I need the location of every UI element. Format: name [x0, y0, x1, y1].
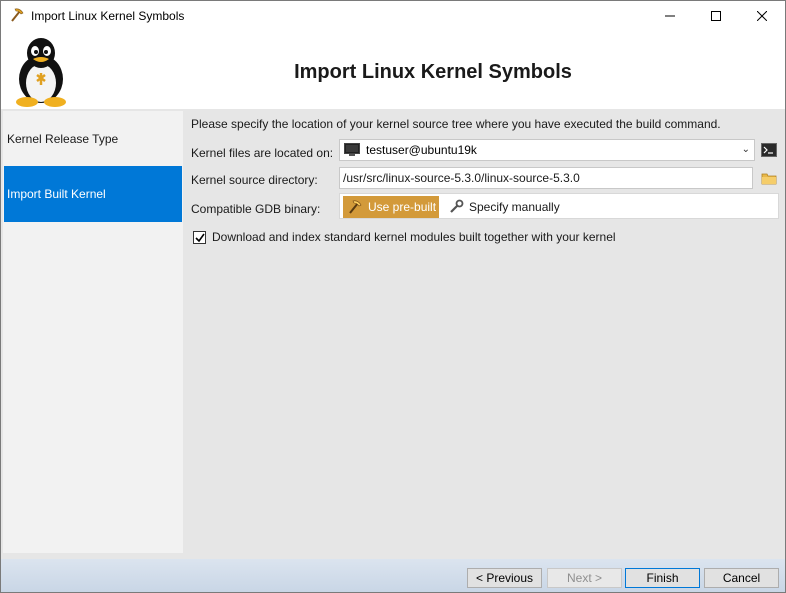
wrench-icon — [450, 199, 464, 213]
close-icon — [757, 11, 767, 21]
download-modules-label: Download and index standard kernel modul… — [212, 230, 616, 244]
footer: < Previous Next > Finish Cancel — [1, 559, 785, 592]
header: Import Linux Kernel Symbols — [1, 31, 785, 109]
page-title: Import Linux Kernel Symbols — [294, 61, 572, 83]
download-modules-checkbox[interactable] — [193, 231, 206, 244]
tux-penguin-logo — [9, 35, 73, 107]
pickaxe-icon — [349, 200, 362, 214]
previous-button[interactable]: < Previous — [467, 568, 542, 588]
specify-manually-button[interactable]: Specify manually — [446, 196, 576, 218]
content-area: Kernel Release Type Import Built Kernel … — [1, 109, 785, 559]
minimize-icon — [665, 15, 675, 17]
specify-manually-label: Specify manually — [469, 200, 560, 214]
close-button[interactable] — [739, 1, 785, 31]
checkmark-icon — [194, 233, 205, 242]
location-combobox[interactable]: testuser@ubuntu19k ⌄ — [339, 139, 755, 161]
use-prebuilt-label: Use pre-built — [368, 200, 437, 214]
location-label: Kernel files are located on: — [191, 146, 334, 160]
sidebar: Kernel Release Type Import Built Kernel — [3, 111, 183, 553]
maximize-button[interactable] — [693, 1, 739, 31]
chevron-down-icon: ⌄ — [741, 144, 750, 155]
maximize-icon — [711, 11, 721, 21]
browse-folder-button[interactable] — [760, 169, 778, 187]
use-prebuilt-button[interactable]: Use pre-built — [343, 196, 439, 218]
terminal-icon — [761, 143, 777, 157]
dialog-window: Import Linux Kernel Symbols Import Linux… — [0, 0, 786, 593]
sidebar-item-import-built-kernel[interactable]: Import Built Kernel — [4, 166, 182, 222]
minimize-button[interactable] — [647, 1, 693, 31]
source-directory-field[interactable]: /usr/src/linux-source-5.3.0/linux-source… — [339, 167, 753, 189]
folder-icon — [761, 173, 777, 185]
finish-button[interactable]: Finish — [625, 568, 700, 588]
cancel-button[interactable]: Cancel — [704, 568, 779, 588]
terminal-button[interactable] — [760, 141, 778, 159]
next-button[interactable]: Next > — [547, 568, 622, 588]
gdb-binary-label: Compatible GDB binary: — [191, 202, 321, 216]
intro-text: Please specify the location of your kern… — [191, 117, 721, 131]
location-value: testuser@ubuntu19k — [366, 143, 477, 157]
sidebar-item-label: Kernel Release Type — [7, 132, 119, 146]
sidebar-item-label: Import Built Kernel — [7, 187, 106, 201]
title-bar: Import Linux Kernel Symbols — [1, 1, 785, 31]
sidebar-item-kernel-release-type[interactable]: Kernel Release Type — [4, 111, 182, 167]
pickaxe-icon — [9, 7, 25, 23]
gdb-option-group: Use pre-built Specify manually — [339, 193, 779, 219]
monitor-icon — [344, 143, 360, 157]
window-title: Import Linux Kernel Symbols — [31, 9, 185, 23]
main-panel: Please specify the location of your kern… — [187, 111, 783, 553]
source-directory-label: Kernel source directory: — [191, 173, 318, 187]
